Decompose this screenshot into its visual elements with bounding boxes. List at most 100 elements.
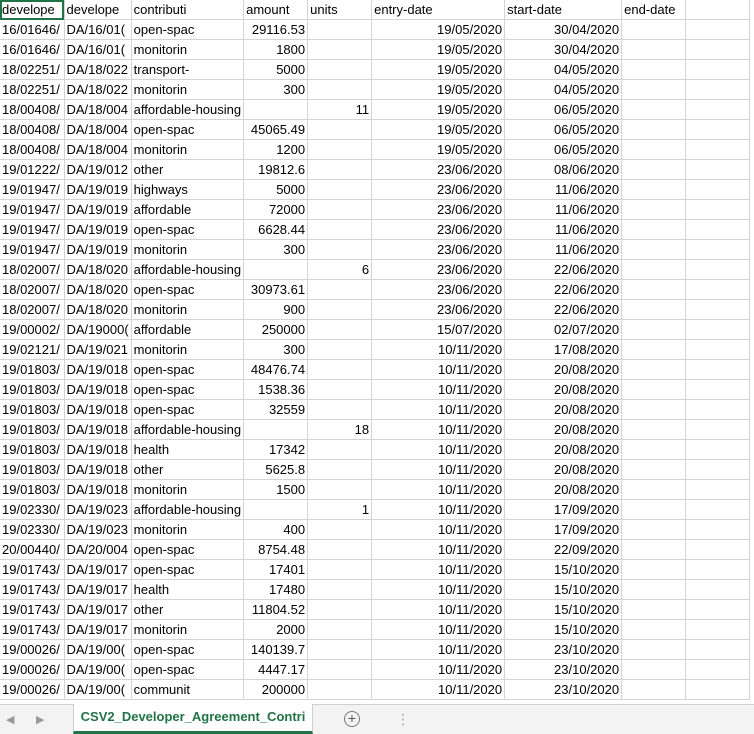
cell[interactable]: 11/06/2020 bbox=[504, 179, 623, 200]
cell[interactable]: 30/04/2020 bbox=[504, 39, 623, 60]
cell[interactable] bbox=[621, 59, 687, 80]
cell[interactable]: 15/07/2020 bbox=[371, 319, 506, 340]
cell[interactable]: DA/19/019 bbox=[64, 239, 132, 260]
cell[interactable]: 19/05/2020 bbox=[371, 139, 506, 160]
empty-cell[interactable] bbox=[685, 519, 751, 540]
empty-cell[interactable] bbox=[685, 19, 751, 40]
cell[interactable]: 10/11/2020 bbox=[371, 339, 506, 360]
cell[interactable]: 300 bbox=[243, 239, 309, 260]
empty-cell[interactable] bbox=[685, 219, 751, 240]
cell[interactable] bbox=[621, 519, 687, 540]
empty-cell[interactable] bbox=[685, 639, 751, 660]
cell[interactable]: DA/16/01( bbox=[64, 19, 132, 40]
cell[interactable]: 19/01803/ bbox=[0, 419, 65, 440]
cell[interactable]: 17/08/2020 bbox=[504, 339, 623, 360]
cell[interactable]: 23/10/2020 bbox=[504, 639, 623, 660]
cell[interactable] bbox=[307, 659, 373, 680]
cell[interactable]: 19/05/2020 bbox=[371, 119, 506, 140]
cell[interactable] bbox=[307, 399, 373, 420]
empty-cell[interactable] bbox=[685, 499, 751, 520]
cell[interactable]: 19/01743/ bbox=[0, 599, 65, 620]
cell[interactable]: 19/01743/ bbox=[0, 579, 65, 600]
cell[interactable]: other bbox=[131, 159, 245, 180]
empty-cell[interactable] bbox=[685, 439, 751, 460]
empty-cell[interactable] bbox=[685, 299, 751, 320]
cell[interactable]: 08/06/2020 bbox=[504, 159, 623, 180]
cell[interactable] bbox=[621, 619, 687, 640]
cell[interactable] bbox=[621, 579, 687, 600]
cell[interactable]: DA/18/022 bbox=[64, 59, 132, 80]
cell[interactable] bbox=[621, 219, 687, 240]
cell[interactable]: monitorin bbox=[131, 339, 245, 360]
empty-cell[interactable] bbox=[685, 199, 751, 220]
cell[interactable]: 19/00026/ bbox=[0, 639, 65, 660]
empty-cell[interactable] bbox=[685, 39, 751, 60]
cell[interactable] bbox=[621, 299, 687, 320]
cell[interactable] bbox=[307, 139, 373, 160]
cell[interactable]: DA/19/023 bbox=[64, 519, 132, 540]
cell[interactable]: DA/19/017 bbox=[64, 599, 132, 620]
cell[interactable]: DA/19/018 bbox=[64, 459, 132, 480]
cell[interactable] bbox=[307, 439, 373, 460]
cell[interactable] bbox=[621, 239, 687, 260]
cell[interactable]: 45065.49 bbox=[243, 119, 309, 140]
cell[interactable]: 20/00440/ bbox=[0, 539, 65, 560]
cell[interactable]: 17/09/2020 bbox=[504, 499, 623, 520]
cell[interactable]: 300 bbox=[243, 79, 309, 100]
cell[interactable] bbox=[307, 39, 373, 60]
scroll-left-icon[interactable]: ◀ bbox=[6, 713, 14, 726]
cell[interactable]: 6628.44 bbox=[243, 219, 309, 240]
cell[interactable]: DA/18/020 bbox=[64, 259, 132, 280]
cell[interactable]: DA/18/020 bbox=[64, 299, 132, 320]
cell[interactable]: 10/11/2020 bbox=[371, 419, 506, 440]
cell[interactable]: 4447.17 bbox=[243, 659, 309, 680]
cell[interactable]: open-spac bbox=[131, 279, 245, 300]
cell[interactable]: 10/11/2020 bbox=[371, 459, 506, 480]
cell[interactable]: 20/08/2020 bbox=[504, 379, 623, 400]
cell[interactable]: 18/00408/ bbox=[0, 139, 65, 160]
empty-cell[interactable] bbox=[685, 479, 751, 500]
cell[interactable]: 23/06/2020 bbox=[371, 239, 506, 260]
cell[interactable]: monitorin bbox=[131, 299, 245, 320]
cell[interactable] bbox=[621, 99, 687, 120]
cell[interactable]: transport- bbox=[131, 59, 245, 80]
cell[interactable]: DA/19/00( bbox=[64, 639, 132, 660]
empty-cell[interactable] bbox=[685, 259, 751, 280]
cell[interactable]: affordable bbox=[131, 319, 245, 340]
cell[interactable]: 19/02121/ bbox=[0, 339, 65, 360]
cell[interactable]: 15/10/2020 bbox=[504, 619, 623, 640]
empty-cell[interactable] bbox=[685, 0, 751, 20]
cell[interactable]: 19/01947/ bbox=[0, 179, 65, 200]
cell[interactable]: DA/19/018 bbox=[64, 359, 132, 380]
cell[interactable]: 10/11/2020 bbox=[371, 499, 506, 520]
cell[interactable]: DA/19/018 bbox=[64, 439, 132, 460]
cell[interactable]: 10/11/2020 bbox=[371, 599, 506, 620]
cell[interactable]: 30973.61 bbox=[243, 279, 309, 300]
cell[interactable]: 10/11/2020 bbox=[371, 639, 506, 660]
column-header-cell[interactable]: develope bbox=[64, 0, 132, 20]
cell[interactable] bbox=[621, 659, 687, 680]
cell[interactable]: 06/05/2020 bbox=[504, 139, 623, 160]
cell[interactable]: open-spac bbox=[131, 379, 245, 400]
column-header-cell[interactable]: start-date bbox=[504, 0, 623, 20]
cell[interactable]: 18/00408/ bbox=[0, 99, 65, 120]
cell[interactable]: 06/05/2020 bbox=[504, 99, 623, 120]
cell[interactable]: 15/10/2020 bbox=[504, 579, 623, 600]
cell[interactable]: 19812.6 bbox=[243, 159, 309, 180]
cell[interactable]: 1200 bbox=[243, 139, 309, 160]
empty-cell[interactable] bbox=[685, 679, 751, 700]
empty-cell[interactable] bbox=[685, 59, 751, 80]
cell[interactable]: DA/19/019 bbox=[64, 199, 132, 220]
cell[interactable]: monitorin bbox=[131, 139, 245, 160]
column-header-cell[interactable]: units bbox=[307, 0, 373, 20]
cell[interactable]: DA/18/004 bbox=[64, 119, 132, 140]
cell[interactable] bbox=[307, 19, 373, 40]
cell[interactable]: 10/11/2020 bbox=[371, 619, 506, 640]
cell[interactable] bbox=[621, 159, 687, 180]
cell[interactable]: 23/06/2020 bbox=[371, 159, 506, 180]
column-header-cell[interactable]: end-date bbox=[621, 0, 687, 20]
empty-cell[interactable] bbox=[685, 419, 751, 440]
cell[interactable]: DA/19/012 bbox=[64, 159, 132, 180]
cell[interactable]: 15/10/2020 bbox=[504, 559, 623, 580]
cell[interactable]: 18/02007/ bbox=[0, 299, 65, 320]
